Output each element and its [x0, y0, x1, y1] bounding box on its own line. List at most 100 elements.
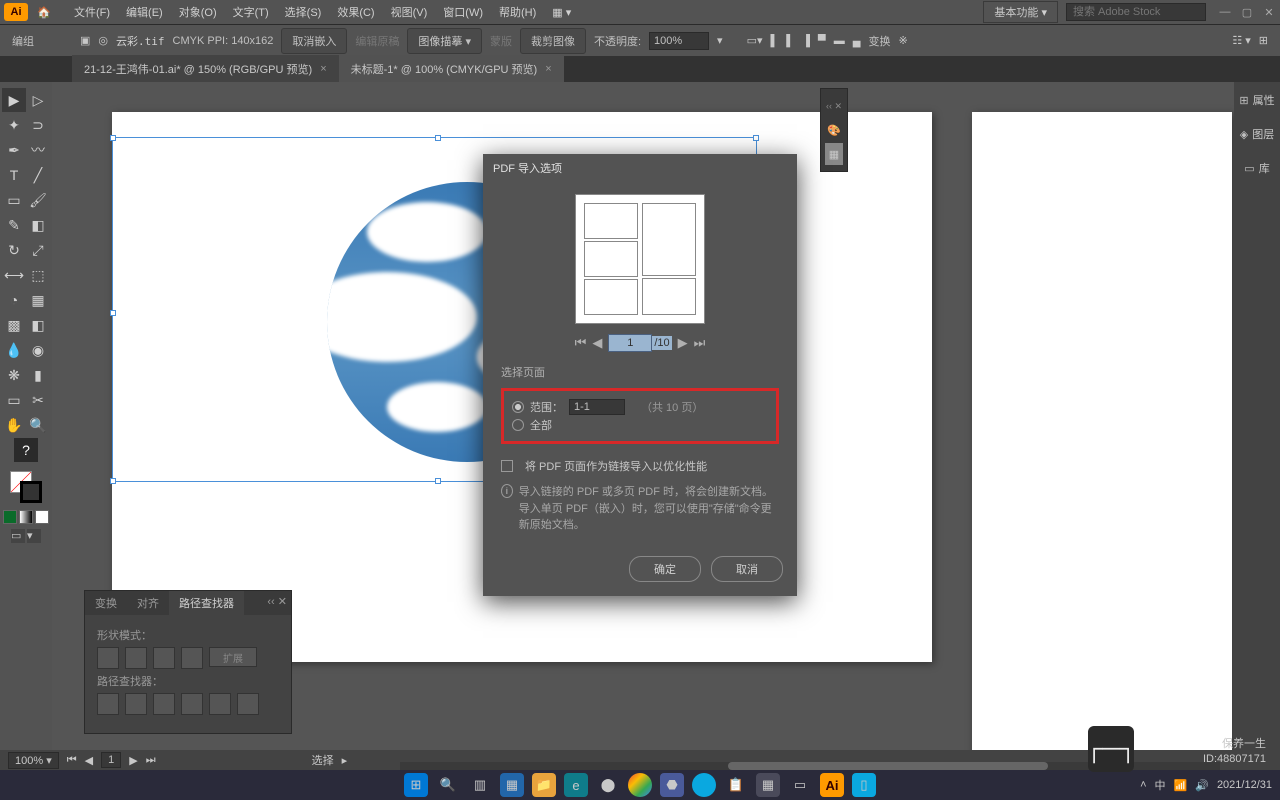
opacity-input[interactable] — [649, 32, 709, 50]
divide-button[interactable] — [97, 693, 119, 715]
direct-selection-tool[interactable]: ▷ — [26, 88, 50, 112]
start-icon[interactable]: ⊞ — [404, 773, 428, 797]
libraries-panel-button[interactable]: ▭ 库 — [1240, 156, 1273, 180]
transform-label[interactable]: 变换 — [868, 33, 890, 49]
rect-tool[interactable]: ▭ — [2, 188, 26, 212]
shaper-tool[interactable]: ✎ — [2, 213, 26, 237]
panel-setup-icon[interactable]: ☷ ▾ — [1232, 34, 1250, 47]
exclude-button[interactable] — [181, 647, 203, 669]
artboard-tool[interactable]: ▭ — [2, 388, 26, 412]
all-radio[interactable] — [512, 419, 524, 431]
volume-icon[interactable]: 🔊 — [1195, 779, 1209, 792]
align-vcenter-icon[interactable]: ▬ — [834, 35, 845, 47]
next-artboard-icon[interactable]: ▶ — [129, 754, 137, 767]
type-tool[interactable]: T — [2, 163, 26, 187]
panel-menu-icon[interactable]: ‹‹ ✕ — [267, 595, 287, 608]
cancel-embed-button[interactable]: 取消嵌入 — [281, 28, 347, 54]
magic-wand-tool[interactable]: ✦ — [2, 113, 26, 137]
lasso-tool[interactable]: ⊃ — [26, 113, 50, 137]
zoom-dropdown[interactable]: 100% ▾ — [8, 752, 59, 769]
rotate-tool[interactable]: ↻ — [2, 238, 26, 262]
panel-pref-icon[interactable]: ⊞ — [1259, 34, 1268, 47]
widgets-icon[interactable]: ▦ — [500, 773, 524, 797]
slice-tool[interactable]: ✂ — [26, 388, 50, 412]
menu-effect[interactable]: 效果(C) — [329, 0, 382, 24]
color-chip[interactable] — [3, 510, 17, 524]
workspace-switcher[interactable]: 基本功能 ▾ — [983, 1, 1058, 23]
crop-pf-button[interactable] — [181, 693, 203, 715]
last-page-icon[interactable]: ⏭ — [694, 335, 706, 351]
minimize-icon[interactable]: — — [1218, 5, 1232, 19]
floating-mini-panel[interactable]: ‹‹ ✕ 🎨 ▦ — [820, 88, 848, 172]
arrange-icon[interactable]: ▦ ▾ — [544, 2, 579, 23]
color-swatches[interactable] — [10, 471, 42, 503]
menu-file[interactable]: 文件(F) — [66, 0, 118, 24]
tray-up-icon[interactable]: ˄ — [1140, 779, 1146, 791]
app-icon[interactable]: ▯ — [852, 773, 876, 797]
link-icon[interactable]: ▣ — [80, 34, 90, 47]
menu-select[interactable]: 选择(S) — [277, 0, 330, 24]
artboard-nav[interactable]: 1 — [101, 752, 121, 768]
crop-button[interactable]: 裁剪图像 — [520, 28, 586, 54]
app-icon[interactable]: ⬤ — [596, 773, 620, 797]
opacity-dropdown[interactable]: ▾ — [717, 34, 723, 47]
graph-tool[interactable]: ▮ — [26, 363, 50, 387]
free-transform-tool[interactable]: ⬚ — [26, 263, 50, 287]
gradient-tool[interactable]: ◧ — [26, 313, 50, 337]
toggle-tool[interactable]: ? — [14, 438, 38, 462]
eyedropper-tool[interactable]: 💧 — [2, 338, 26, 362]
app-icon[interactable]: ▭ — [788, 773, 812, 797]
close-mini-icon[interactable]: ‹‹ ✕ — [825, 95, 843, 117]
symbol-sprayer-tool[interactable]: ❋ — [2, 363, 26, 387]
menu-object[interactable]: 对象(O) — [171, 0, 225, 24]
chrome-icon[interactable] — [628, 773, 652, 797]
transform-tab[interactable]: 变换 — [85, 591, 127, 615]
screen-mode[interactable]: ▭ — [11, 529, 25, 543]
app-icon[interactable]: ⬣ — [660, 773, 684, 797]
target-icon[interactable]: ◎ — [98, 34, 108, 47]
edge-icon[interactable]: e — [564, 773, 588, 797]
link-checkbox[interactable] — [501, 460, 513, 472]
zoom-tool[interactable]: 🔍 — [26, 413, 50, 437]
document-tab-active[interactable]: 未标题-1* @ 100% (CMYK/GPU 预览) × — [339, 55, 564, 82]
range-input[interactable] — [569, 399, 625, 415]
pen-tool[interactable]: ✒ — [2, 138, 26, 162]
transform-icon[interactable]: ※ — [898, 34, 907, 47]
prev-page-icon[interactable]: ◀ — [592, 335, 602, 351]
mesh-tool[interactable]: ▩ — [2, 313, 26, 337]
properties-panel-button[interactable]: ⊞ 属性 — [1235, 88, 1278, 112]
app-icon[interactable] — [692, 773, 716, 797]
layers-panel-button[interactable]: ◈ 图层 — [1236, 122, 1278, 146]
wifi-icon[interactable]: 📶 — [1174, 779, 1188, 792]
outline-button[interactable] — [209, 693, 231, 715]
explorer-icon[interactable]: 📁 — [532, 773, 556, 797]
ime-indicator[interactable]: 中 — [1155, 777, 1166, 793]
line-tool[interactable]: ╱ — [26, 163, 50, 187]
align-panel-icon[interactable]: ▭▾ — [747, 34, 763, 47]
blend-tool[interactable]: ◉ — [26, 338, 50, 362]
menu-edit[interactable]: 编辑(E) — [118, 0, 171, 24]
app-icon[interactable]: ▦ — [756, 773, 780, 797]
hand-tool[interactable]: ✋ — [2, 413, 26, 437]
range-radio[interactable] — [512, 401, 524, 413]
color-icon[interactable]: 🎨 — [825, 119, 843, 141]
trim-button[interactable] — [125, 693, 147, 715]
align-left-icon[interactable]: ▌ — [771, 35, 779, 47]
clock[interactable]: 2021/12/31 — [1217, 779, 1272, 791]
tab-close-icon[interactable]: × — [545, 63, 551, 75]
home-icon[interactable]: 🏠 — [34, 2, 54, 22]
align-top-icon[interactable]: ▀ — [818, 35, 826, 47]
menu-help[interactable]: 帮助(H) — [491, 0, 544, 24]
search-icon[interactable]: 🔍 — [436, 773, 460, 797]
menu-type[interactable]: 文字(T) — [225, 0, 277, 24]
perspective-tool[interactable]: ▦ — [26, 288, 50, 312]
merge-button[interactable] — [153, 693, 175, 715]
align-tab[interactable]: 对齐 — [127, 591, 169, 615]
scale-tool[interactable]: ⤢ — [26, 238, 50, 262]
first-artboard-icon[interactable]: ⏮ — [67, 754, 77, 767]
image-trace-button[interactable]: 图像描摹 ▾ — [407, 28, 482, 54]
width-tool[interactable]: ⟷ — [2, 263, 26, 287]
screen-mode[interactable]: ▾ — [27, 529, 41, 543]
brush-tool[interactable]: 🖌 — [26, 188, 50, 212]
expand-button[interactable]: 扩展 — [209, 647, 257, 667]
